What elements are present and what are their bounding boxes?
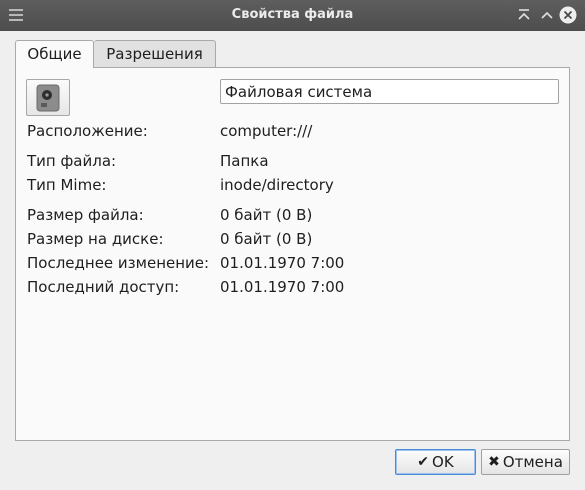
tab-general[interactable]: Общие <box>15 40 94 68</box>
file-type-label: Тип файла: <box>27 152 117 170</box>
mime-type-label: Тип Mime: <box>27 176 107 194</box>
modified-label: Последнее изменение: <box>27 254 210 272</box>
drive-harddisk-icon <box>36 84 60 112</box>
cancel-button-label: Отмена <box>502 453 563 471</box>
cancel-icon: ✖ <box>488 454 500 470</box>
modified-value: 01.01.1970 7:00 <box>220 254 345 272</box>
location-value: computer:/// <box>220 122 313 140</box>
ok-button[interactable]: ✔ OK <box>395 449 476 475</box>
checkmark-icon: ✔ <box>417 454 430 470</box>
accessed-value: 01.01.1970 7:00 <box>220 278 345 296</box>
cancel-button[interactable]: ✖ Отмена <box>481 449 570 475</box>
maximize-icon[interactable] <box>538 6 556 24</box>
change-icon-button[interactable] <box>26 79 70 116</box>
name-field[interactable] <box>220 79 559 104</box>
ok-button-label: OK <box>432 453 454 471</box>
file-size-value: 0 байт (0 B) <box>220 206 313 224</box>
title-bar[interactable]: Свойства файла <box>0 0 585 31</box>
file-properties-dialog: Свойства файла Общие Разрешения Располож… <box>0 0 585 490</box>
accessed-label: Последний доступ: <box>27 278 180 296</box>
file-type-value: Папка <box>220 152 269 170</box>
window-title: Свойства файла <box>231 7 354 22</box>
close-icon[interactable] <box>559 6 577 24</box>
mime-type-value: inode/directory <box>220 176 334 194</box>
tab-permissions[interactable]: Разрешения <box>94 40 216 67</box>
shade-icon[interactable] <box>515 6 533 24</box>
file-size-label: Размер файла: <box>27 206 144 224</box>
disk-size-value: 0 байт (0 B) <box>220 230 313 248</box>
location-label: Расположение: <box>27 122 148 140</box>
disk-size-label: Размер на диске: <box>27 230 164 248</box>
